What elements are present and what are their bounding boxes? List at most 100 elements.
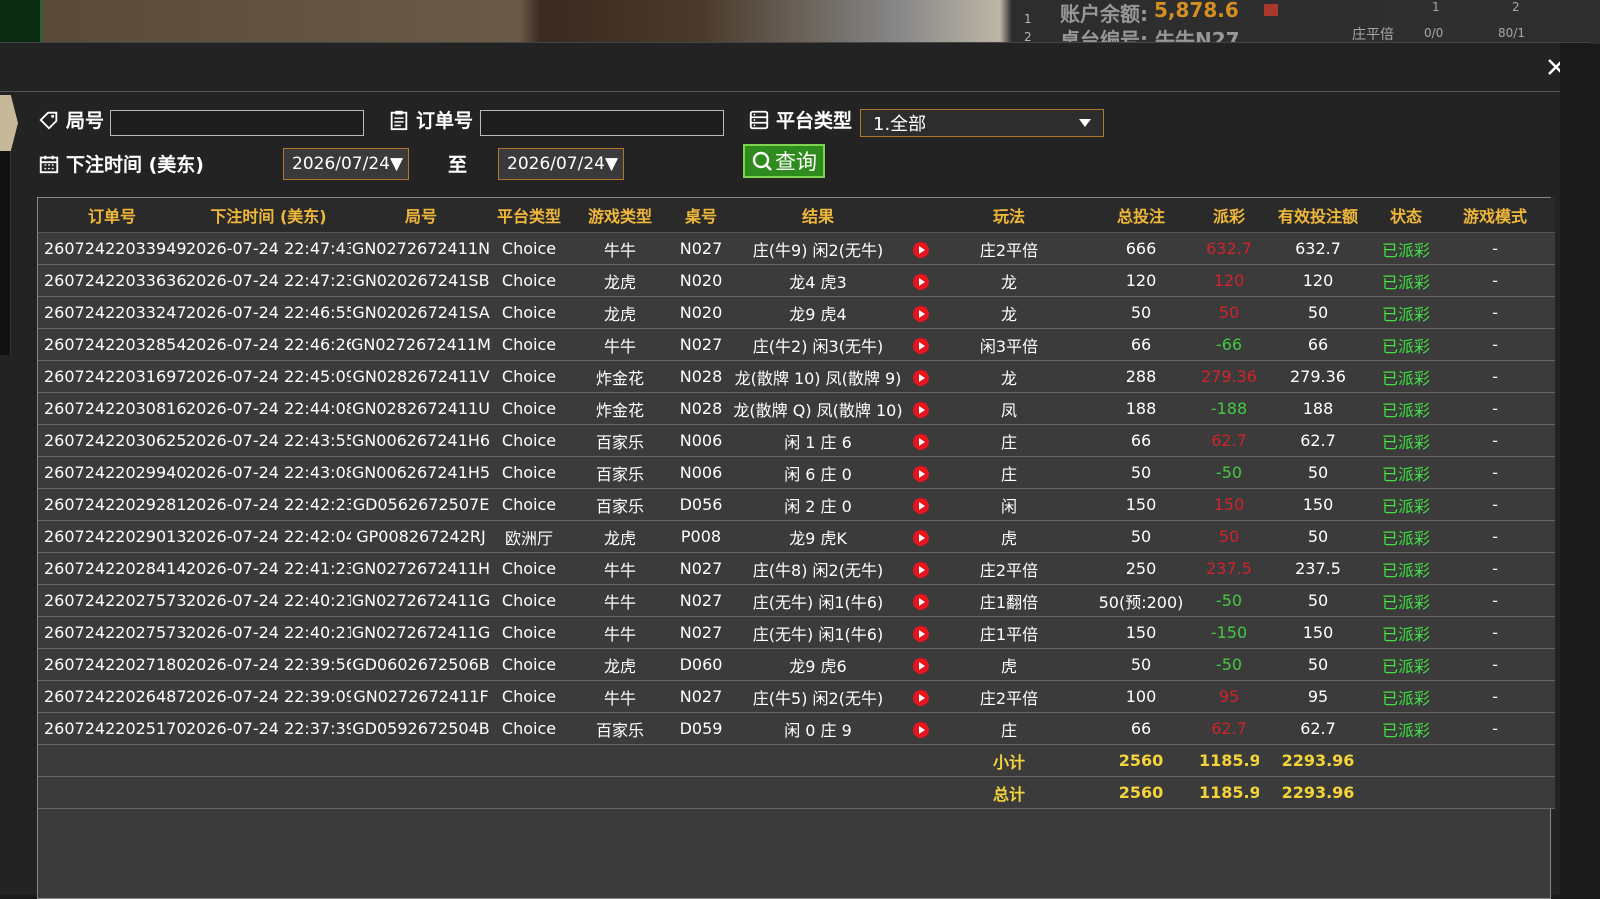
platform-cell: Choice (491, 296, 567, 329)
play-video-icon[interactable] (913, 369, 929, 386)
replay-cell[interactable] (907, 328, 935, 361)
replay-cell[interactable] (907, 520, 935, 553)
replay-cell[interactable] (907, 392, 935, 425)
play-video-icon[interactable] (913, 721, 929, 738)
replay-cell[interactable] (907, 616, 935, 649)
valid-bet-cell: 150 (1259, 616, 1377, 649)
empty-cell (38, 776, 186, 809)
game-cell: 百家乐 (567, 712, 673, 745)
play-video-icon[interactable] (913, 241, 929, 258)
play-type-cell: 庄2平倍 (935, 232, 1083, 265)
time-cell: 2026-07-24 22:47:23 (186, 264, 351, 297)
replay-cell[interactable] (907, 680, 935, 713)
play-video-icon[interactable] (913, 561, 929, 578)
play-type-cell: 闲3平倍 (935, 328, 1083, 361)
play-video-icon[interactable] (913, 273, 929, 290)
play-video-icon[interactable] (913, 593, 929, 610)
payout-cell: -66 (1199, 328, 1259, 361)
valid-bet-cell: 188 (1259, 392, 1377, 425)
order-cell: 260724220332476 (38, 296, 186, 329)
play-type-cell: 庄1平倍 (935, 616, 1083, 649)
game-mode-cell: - (1435, 328, 1555, 361)
subtotal-label-cell: 小计 (935, 744, 1083, 777)
order-cell: 260724220271808 (38, 648, 186, 681)
platform-select[interactable]: 1.全部 (860, 109, 1104, 137)
empty-cell (1377, 744, 1435, 777)
replay-cell[interactable] (907, 296, 935, 329)
subtotal-bet-cell: 2560 (1083, 744, 1199, 777)
result-cell: 庄(牛8) 闲2(无牛) (729, 552, 907, 585)
table-number-cell: N020 (673, 296, 729, 329)
status-cell: 已派彩 (1377, 712, 1435, 745)
status-cell: 已派彩 (1377, 360, 1435, 393)
game-mode-cell: - (1435, 488, 1555, 521)
play-type-cell: 龙 (935, 296, 1083, 329)
table-number-cell: N006 (673, 456, 729, 489)
play-video-icon[interactable] (913, 465, 929, 482)
table-number-cell: N027 (673, 680, 729, 713)
game-cell: 龙虎 (567, 520, 673, 553)
play-video-icon[interactable] (913, 625, 929, 642)
game-mode-cell: - (1435, 232, 1555, 265)
hud-col-header: 1 (1432, 0, 1440, 14)
round-cell: GN0272672411H (351, 552, 491, 585)
table-row: 260724220275734 2026-07-24 22:40:21 GN0272… (38, 616, 1555, 649)
order-input[interactable] (480, 110, 724, 136)
status-cell: 已派彩 (1377, 520, 1435, 553)
result-cell: 闲 0 庄 9 (729, 712, 907, 745)
result-cell: 龙4 虎3 (729, 264, 907, 297)
valid-bet-cell: 632.7 (1259, 232, 1377, 265)
time-cell: 2026-07-24 22:43:55 (186, 424, 351, 457)
payout-cell: -50 (1199, 456, 1259, 489)
replay-cell[interactable] (907, 360, 935, 393)
date-to-select[interactable]: 2026/07/24 ▼ (498, 148, 624, 180)
game-mode-cell: - (1435, 424, 1555, 457)
replay-cell[interactable] (907, 424, 935, 457)
date-to-value: 2026/07/24 (507, 154, 605, 174)
date-from-select[interactable]: 2026/07/24 ▼ (283, 148, 409, 180)
table-number-cell: N027 (673, 584, 729, 617)
total-label-cell: 总计 (935, 776, 1083, 809)
total-row: 总计25601185.962293.96 (38, 776, 1555, 809)
table-row: 260724220308163 2026-07-24 22:44:08 GN0282… (38, 392, 1555, 425)
replay-cell[interactable] (907, 584, 935, 617)
replay-cell[interactable] (907, 552, 935, 585)
valid-bet-cell: 95 (1259, 680, 1377, 713)
replay-cell[interactable] (907, 456, 935, 489)
result-cell: 龙(散牌 10) 凤(散牌 9) (729, 360, 907, 393)
play-video-icon[interactable] (913, 689, 929, 706)
play-video-icon[interactable] (913, 657, 929, 674)
play-video-icon[interactable] (913, 401, 929, 418)
play-video-icon[interactable] (913, 433, 929, 450)
game-mode-cell: - (1435, 680, 1555, 713)
play-video-icon[interactable] (913, 337, 929, 354)
table-row: 260724220336365 2026-07-24 22:47:23 GN0202… (38, 264, 1555, 297)
payout-cell: -50 (1199, 648, 1259, 681)
replay-cell[interactable] (907, 648, 935, 681)
time-cell: 2026-07-24 22:37:39 (186, 712, 351, 745)
status-cell: 已派彩 (1377, 584, 1435, 617)
replay-cell[interactable] (907, 488, 935, 521)
side-tab[interactable] (0, 95, 18, 151)
platform-cell: Choice (491, 456, 567, 489)
play-type-cell: 庄 (935, 712, 1083, 745)
play-video-icon[interactable] (913, 497, 929, 514)
status-cell: 已派彩 (1377, 296, 1435, 329)
query-button[interactable]: 查询 (743, 144, 825, 178)
table-row: 260724220251700 2026-07-24 22:37:39 GD0592… (38, 712, 1555, 745)
caret-down-icon: ▼ (604, 154, 619, 174)
play-type-cell: 庄2平倍 (935, 552, 1083, 585)
replay-cell[interactable] (907, 712, 935, 745)
time-cell: 2026-07-24 22:46:55 (186, 296, 351, 329)
bet-time-label-text: 下注时间 (美东) (66, 154, 204, 176)
game-mode-cell: - (1435, 520, 1555, 553)
play-video-icon[interactable] (913, 305, 929, 322)
replay-cell[interactable] (907, 264, 935, 297)
total-bet-cell: 666 (1083, 232, 1199, 265)
order-cell: 260724220336365 (38, 264, 186, 297)
total-bet-cell: 250 (1083, 552, 1199, 585)
replay-cell[interactable] (907, 232, 935, 265)
status-cell: 已派彩 (1377, 328, 1435, 361)
round-input[interactable] (110, 110, 364, 136)
play-video-icon[interactable] (913, 529, 929, 546)
